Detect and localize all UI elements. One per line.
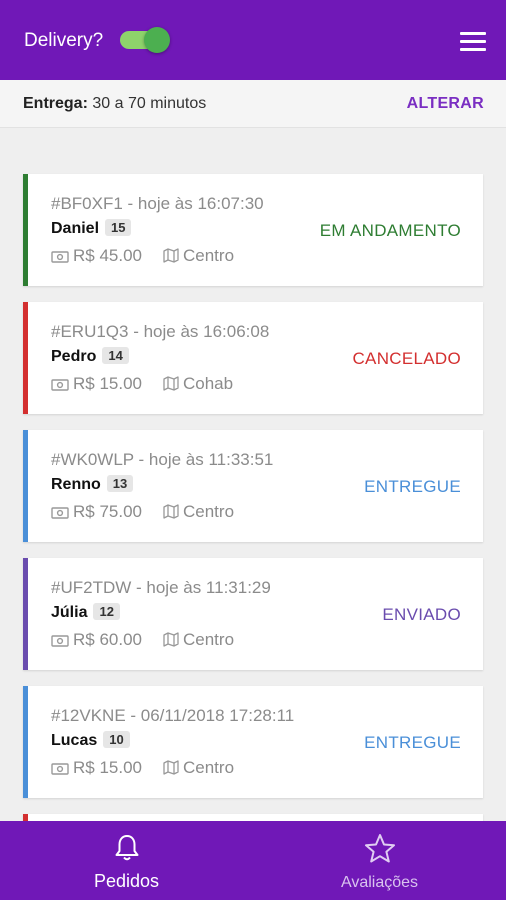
- hamburger-menu-icon[interactable]: [458, 30, 490, 52]
- order-status: ENTREGUE: [364, 733, 461, 752]
- order-code: #WK0WLP - hoje às 11:33:51: [51, 450, 274, 469]
- map-icon: [163, 760, 179, 780]
- bell-icon: [113, 833, 141, 868]
- tab-avaliacoes-label: Avaliações: [340, 874, 419, 891]
- customer: Renno 13: [51, 475, 134, 494]
- order-code: #BF0XF1 - hoje às 16:07:30: [51, 194, 264, 213]
- order-status: ENTREGUE: [364, 477, 461, 496]
- delivery-label: Delivery?: [24, 30, 104, 51]
- order-count-badge: 15: [105, 219, 132, 236]
- order-price: R$ 15.00: [51, 374, 142, 396]
- order-status: CANCELADO: [352, 349, 461, 368]
- customer: Lucas 10: [51, 731, 130, 750]
- order-card[interactable]: #BF0XF1 - hoje às 16:07:30 Daniel 15 R$ 45.…: [23, 174, 483, 286]
- order-price-value: R$ 45.00: [73, 246, 142, 265]
- order-price-value: R$ 60.00: [73, 630, 142, 649]
- order-neighborhood: Cohab: [163, 374, 233, 396]
- money-icon: [51, 504, 69, 524]
- order-price: R$ 60.00: [51, 630, 142, 652]
- order-neighborhood: Centro: [163, 758, 234, 780]
- tab-avaliacoes[interactable]: Avaliações: [253, 821, 506, 900]
- map-icon: [163, 376, 179, 396]
- toggle-knob: [144, 27, 170, 53]
- customer: Pedro 14: [51, 347, 129, 366]
- order-card[interactable]: #UF2TDW - hoje às 11:31:29 Júlia 12 R$ 60.0…: [23, 558, 483, 670]
- order-price-value: R$ 15.00: [73, 374, 142, 393]
- money-icon: [51, 632, 69, 652]
- tab-pedidos-label: Pedidos: [93, 871, 160, 891]
- customer-name: Renno: [51, 476, 101, 493]
- order-count-badge: 12: [93, 603, 120, 620]
- map-icon: [163, 248, 179, 268]
- delivery-time-bar: Entrega: 30 a 70 minutos ALTERAR: [0, 80, 506, 128]
- order-count-badge: 14: [102, 347, 129, 364]
- delivery-time-label: Entrega:: [23, 95, 88, 112]
- order-price: R$ 15.00: [51, 758, 142, 780]
- change-delivery-time-button[interactable]: ALTERAR: [407, 95, 484, 113]
- order-card[interactable]: #12VKNE - 06/11/2018 17:28:11 Lucas 10 R$ 1…: [23, 686, 483, 798]
- customer-name: Daniel: [51, 220, 100, 237]
- delivery-time: Entrega: 30 a 70 minutos: [23, 95, 206, 113]
- money-icon: [51, 760, 69, 780]
- money-icon: [51, 376, 69, 396]
- order-neighborhood: Centro: [163, 502, 234, 524]
- order-neighborhood-value: Cohab: [183, 374, 234, 393]
- order-count-badge: 10: [103, 731, 130, 748]
- order-price: R$ 75.00: [51, 502, 142, 524]
- order-code: #UF2TDW - hoje às 11:31:29: [51, 578, 271, 597]
- order-neighborhood-value: Centro: [183, 630, 235, 649]
- map-icon: [163, 632, 179, 652]
- customer-name: Júlia: [51, 604, 88, 621]
- order-count-badge: 13: [106, 475, 134, 492]
- order-price-value: R$ 15.00: [73, 758, 142, 777]
- order-code: #12VKNE - 06/11/2018 17:28:11: [51, 706, 295, 725]
- money-icon: [51, 248, 69, 268]
- order-card[interactable]: #WK0WLP - hoje às 11:33:51 Renno 13 R$ 75.0…: [23, 430, 483, 542]
- order-neighborhood: Centro: [163, 630, 234, 652]
- order-status: ENVIADO: [382, 605, 461, 624]
- order-card-partial[interactable]: [23, 814, 483, 821]
- order-neighborhood-value: Centro: [183, 246, 235, 265]
- delivery-toggle[interactable]: [120, 27, 170, 53]
- customer: Júlia 12: [51, 603, 120, 622]
- tab-pedidos[interactable]: Pedidos: [0, 821, 253, 900]
- order-neighborhood-value: Centro: [183, 758, 235, 777]
- order-card[interactable]: #ERU1Q3 - hoje às 16:06:08 Pedro 14 R$ 15.0…: [23, 302, 483, 414]
- order-code: #ERU1Q3 - hoje às 16:06:08: [51, 322, 270, 341]
- bottom-navigation: Pedidos Avaliações: [0, 821, 506, 900]
- orders-list[interactable]: #BF0XF1 - hoje às 16:07:30 Daniel 15 R$ 45.…: [0, 128, 506, 821]
- customer-name: Pedro: [51, 348, 97, 365]
- order-neighborhood: Centro: [163, 246, 234, 268]
- star-icon: [364, 833, 396, 868]
- order-neighborhood-value: Centro: [183, 502, 235, 521]
- order-price: R$ 45.00: [51, 246, 142, 268]
- order-status: EM ANDAMENTO: [319, 221, 461, 240]
- order-price-value: R$ 75.00: [73, 502, 142, 521]
- app-bar: Delivery?: [0, 0, 506, 80]
- customer-name: Lucas: [51, 732, 98, 749]
- map-icon: [163, 504, 179, 524]
- delivery-time-value: 30 a 70 minutos: [92, 95, 207, 112]
- customer: Daniel 15: [51, 219, 132, 238]
